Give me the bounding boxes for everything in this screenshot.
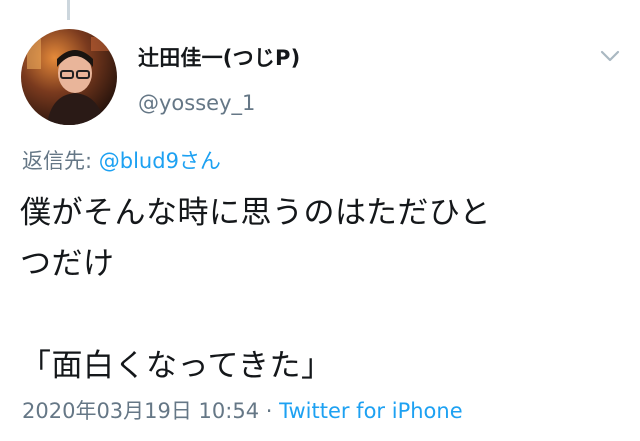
tweet-text: 僕がそんな時に思うのはただひと つだけ 「面白くなってきた」	[20, 195, 491, 384]
avatar[interactable]	[21, 29, 117, 125]
source-link[interactable]: Twitter for iPhone	[279, 399, 463, 423]
display-name[interactable]: 辻田佳一(つじP)	[138, 42, 300, 72]
timestamp[interactable]: 2020年03月19日 10:54	[22, 399, 259, 423]
chevron-down-icon[interactable]	[598, 44, 622, 68]
reply-mention-link[interactable]: @blud9さん	[99, 149, 221, 173]
reply-to-line: 返信先: @blud9さん	[22, 145, 221, 175]
tweet-card: 辻田佳一(つじP) @yossey_1 返信先: @blud9さん 僕がそんな時…	[0, 0, 640, 441]
reply-prefix: 返信先:	[22, 149, 99, 173]
meta-separator: ·	[259, 399, 280, 423]
user-handle[interactable]: @yossey_1	[138, 91, 255, 115]
thread-connector-line	[67, 0, 70, 20]
tweet-meta: 2020年03月19日 10:54 · Twitter for iPhone	[22, 395, 463, 425]
